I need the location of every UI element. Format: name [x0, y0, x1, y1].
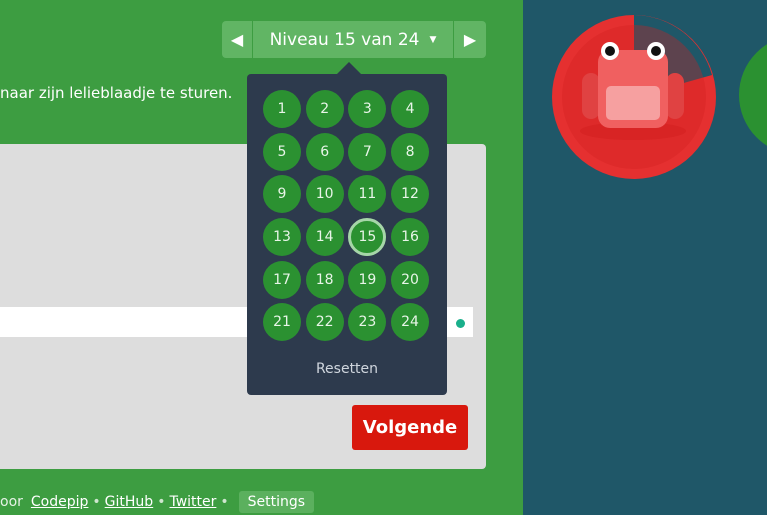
footer-prefix: oor: [0, 494, 23, 510]
level-navigator: ◀ Niveau 15 van 24 ▼ ▶: [222, 21, 486, 58]
level-dropdown: 1 2 3 4 5 6 7 8 9 10 11 12 13 14 15 16 17 18 19 20 21 22 23 24 …: [247, 74, 447, 395]
level-20-button[interactable]: 20: [391, 260, 430, 299]
level-1-button[interactable]: 1: [263, 90, 301, 128]
reset-button[interactable]: Resetten: [247, 361, 447, 377]
level-22-button[interactable]: 22: [305, 303, 344, 342]
dropdown-pointer: [337, 62, 361, 74]
footer-separator: •: [157, 494, 166, 510]
level-indicator[interactable]: Niveau 15 van 24 ▼: [253, 21, 453, 58]
footer: oor Codepip • GitHub • Twitter • Setting…: [0, 491, 315, 513]
level-7-button[interactable]: 7: [348, 132, 387, 171]
next-button[interactable]: Volgende: [352, 405, 468, 450]
level-title: Niveau 15 van 24: [269, 29, 420, 50]
previous-level-button[interactable]: ◀: [222, 21, 252, 58]
triangle-left-icon: ◀: [230, 30, 244, 49]
level-17-button[interactable]: 17: [263, 260, 301, 299]
github-link[interactable]: GitHub: [105, 494, 154, 510]
triangle-right-icon: ▶: [463, 30, 477, 49]
twitter-link[interactable]: Twitter: [169, 494, 216, 510]
level-24-button[interactable]: 24: [391, 303, 430, 342]
level-2-button[interactable]: 2: [305, 90, 344, 128]
level-15-button[interactable]: 15: [348, 218, 387, 257]
pond-board: [523, 0, 767, 515]
level-18-button[interactable]: 18: [305, 260, 344, 299]
level-4-button[interactable]: 4: [391, 90, 430, 128]
instructions-text: naar zijn lelieblaadje te sturen.: [0, 84, 233, 102]
level-11-button[interactable]: 11: [348, 175, 387, 214]
level-23-button[interactable]: 23: [348, 303, 387, 342]
input-status-dot: [456, 319, 465, 328]
level-13-button[interactable]: 13: [263, 218, 301, 257]
settings-button[interactable]: Settings: [238, 491, 315, 513]
codepip-link[interactable]: Codepip: [31, 494, 89, 510]
level-grid: 1 2 3 4 5 6 7 8 9 10 11 12 13 14 15 16 17 18 19 20 21 22 23 24: [263, 90, 430, 342]
level-3-button[interactable]: 3: [348, 90, 387, 128]
level-19-button[interactable]: 19: [348, 260, 387, 299]
next-level-button[interactable]: ▶: [454, 21, 486, 58]
caret-down-icon: ▼: [429, 34, 437, 45]
level-21-button[interactable]: 21: [263, 303, 301, 342]
level-12-button[interactable]: 12: [391, 175, 430, 214]
level-9-button[interactable]: 9: [263, 175, 301, 214]
footer-separator: •: [220, 494, 229, 510]
footer-separator: •: [92, 494, 101, 510]
level-6-button[interactable]: 6: [305, 132, 344, 171]
level-5-button[interactable]: 5: [263, 132, 301, 171]
green-lilypad-icon: [739, 44, 767, 146]
level-14-button[interactable]: 14: [305, 218, 344, 257]
level-16-button[interactable]: 16: [391, 218, 430, 257]
level-10-button[interactable]: 10: [305, 175, 344, 214]
red-frog-icon: [580, 42, 686, 140]
level-8-button[interactable]: 8: [391, 132, 430, 171]
